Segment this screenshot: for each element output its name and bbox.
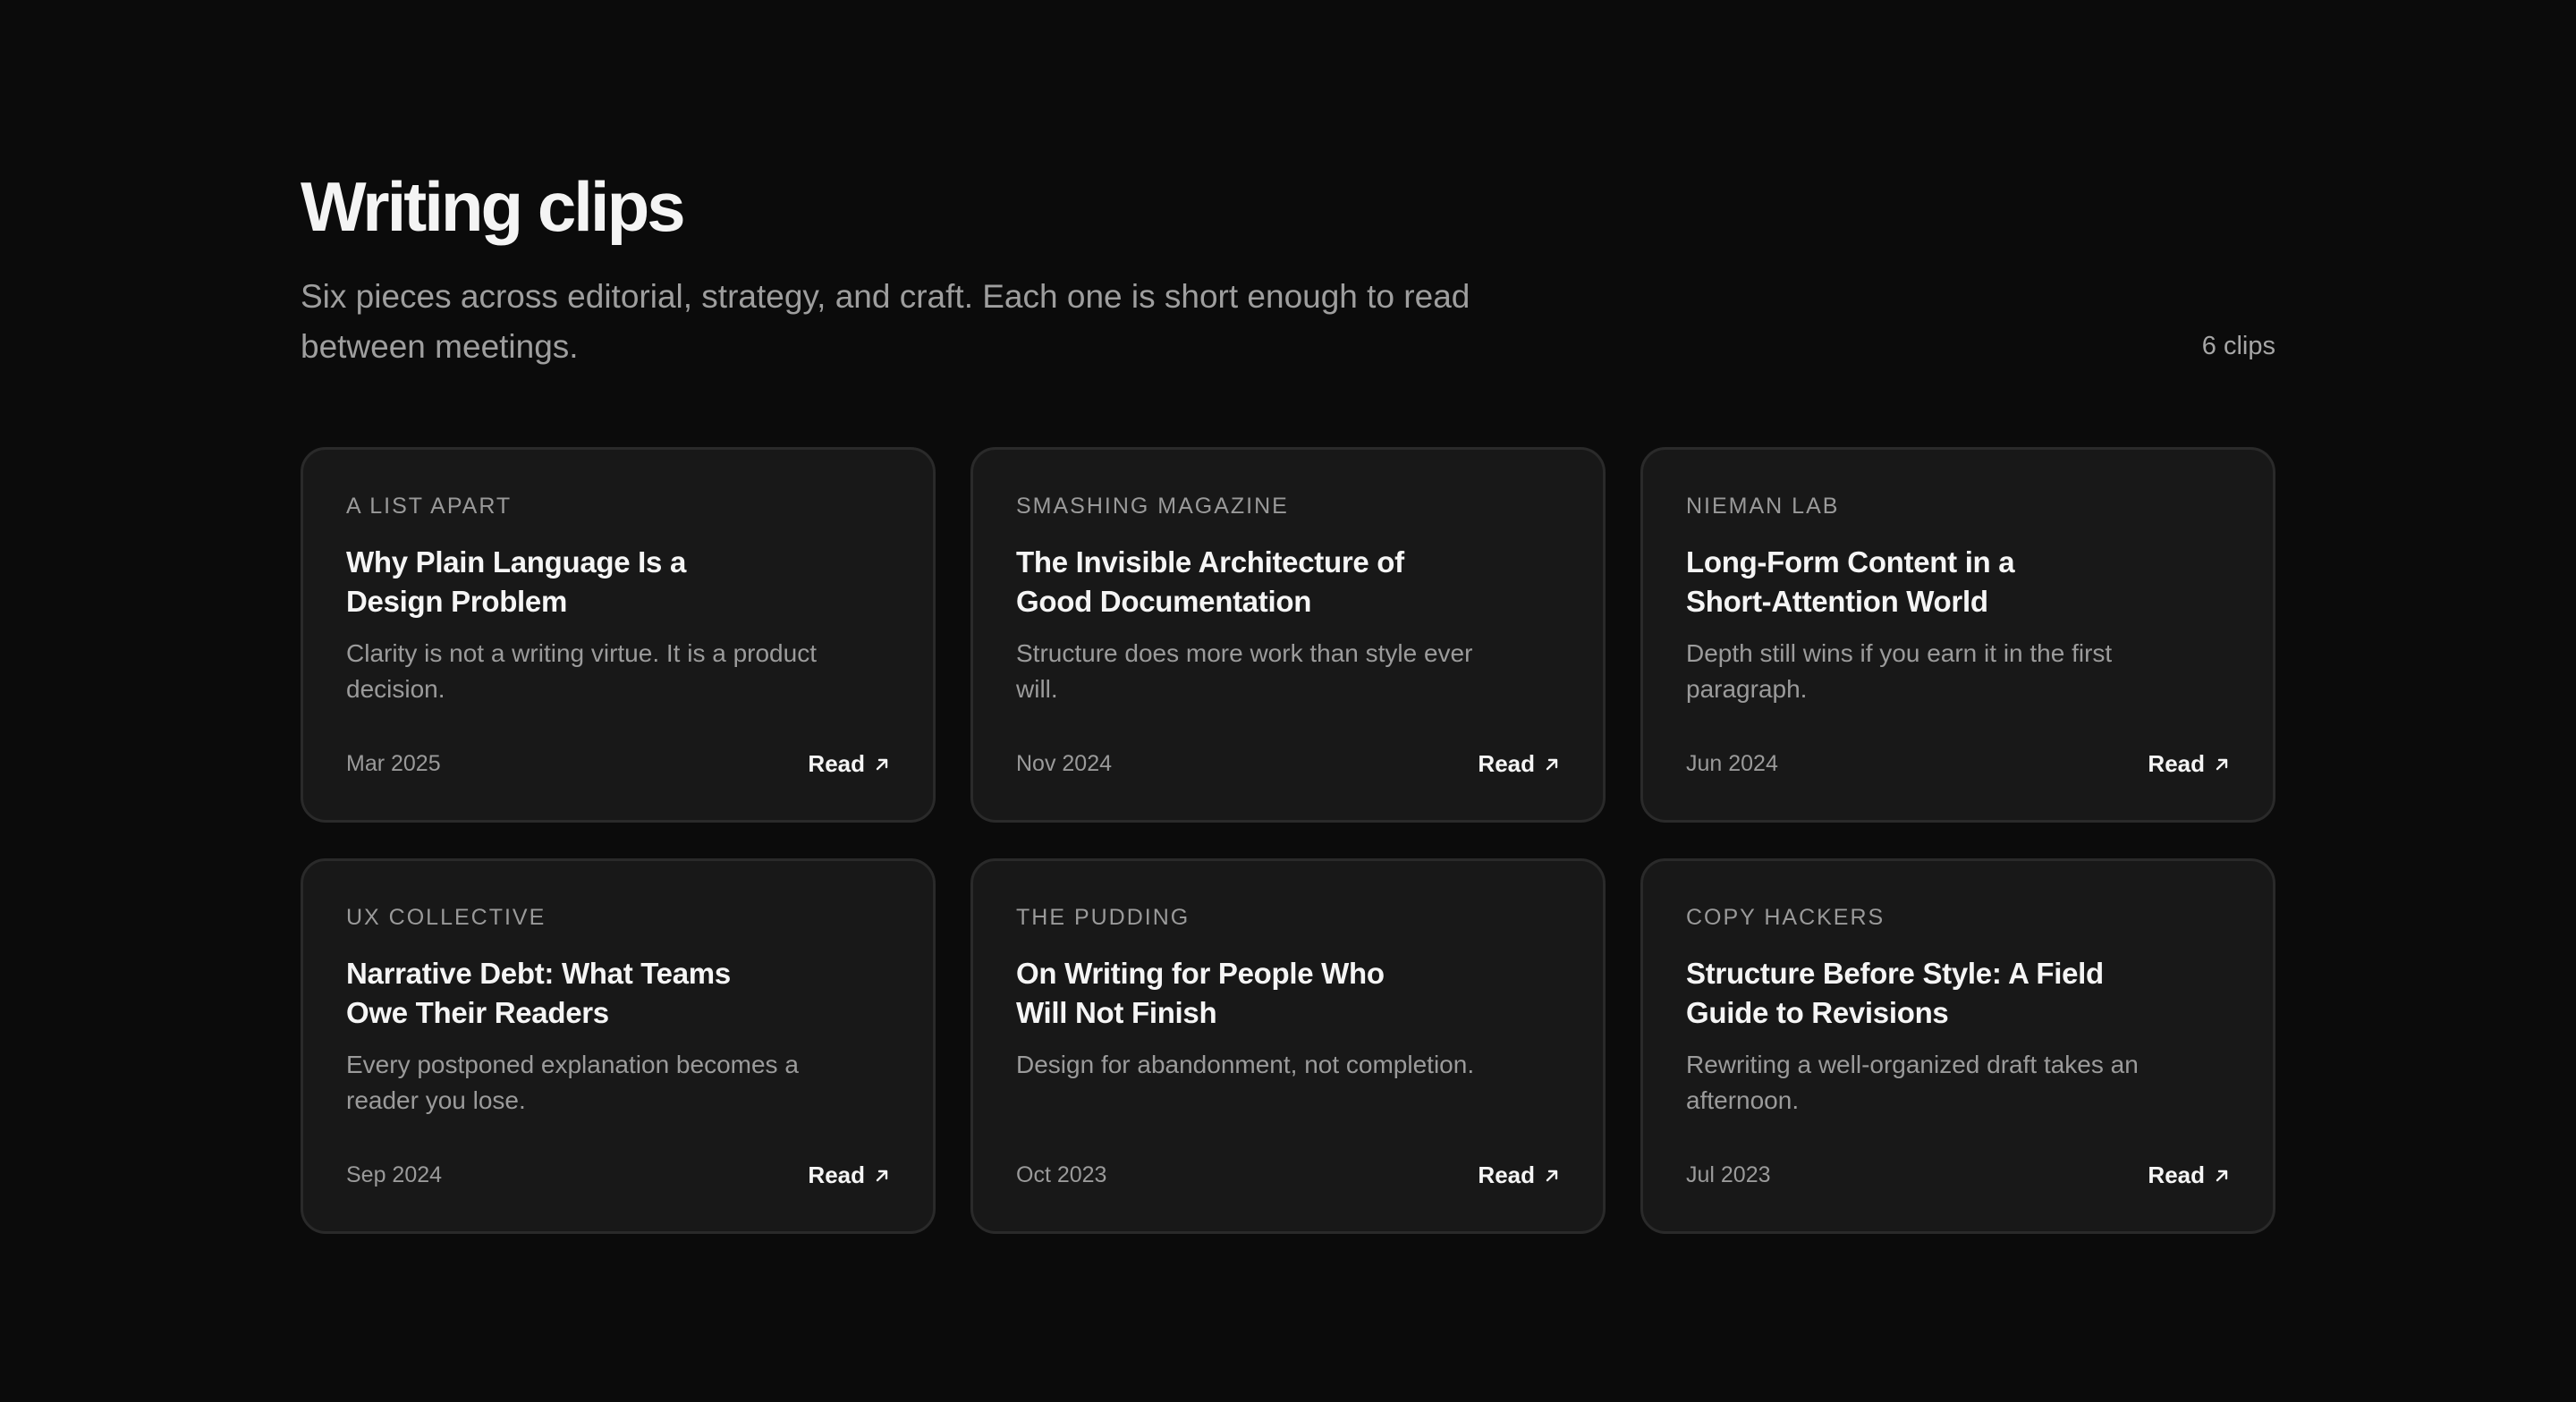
read-link-label: Read [1478, 1161, 1535, 1188]
clip-title: Narrative Debt: What Teams Owe Their Rea… [346, 957, 731, 1029]
read-link-label: Read [2148, 1161, 2205, 1188]
read-link[interactable]: Read [1478, 750, 1560, 778]
clip-card: THE PUDDING On Writing for People Who Wi… [970, 858, 1606, 1234]
clip-source: UX COLLECTIVE [346, 905, 547, 930]
read-link[interactable]: Read [808, 750, 890, 778]
read-link[interactable]: Read [808, 1161, 890, 1189]
clip-title: On Writing for People Who Will Not Finis… [1016, 957, 1385, 1029]
read-link-label: Read [1478, 750, 1535, 777]
clip-footer: Sep 2024 Read [346, 1161, 890, 1189]
clips-grid: A LIST APART Why Plain Language Is a Des… [301, 447, 2275, 1234]
clip-source: NIEMAN LAB [1686, 494, 1840, 519]
clip-description: Every postponed explanation becomes a re… [346, 1051, 799, 1114]
clip-title: Long-Form Content in a Short-Attention W… [1686, 545, 2015, 618]
clip-source: COPY HACKERS [1686, 905, 1885, 930]
read-link-label: Read [808, 750, 865, 777]
arrow-up-right-icon [1546, 1170, 1558, 1181]
clip-footer: Jul 2023 Read [1686, 1161, 2230, 1189]
clip-footer: Oct 2023 Read [1016, 1161, 1560, 1189]
clip-card: NIEMAN LAB Long-Form Content in a Short-… [1640, 447, 2275, 823]
clip-date: Nov 2024 [1016, 751, 1113, 776]
clip-card: UX COLLECTIVE Narrative Debt: What Teams… [301, 858, 936, 1234]
clip-footer: Jun 2024 Read [1686, 750, 2230, 778]
clip-description: Depth still wins if you earn it in the f… [1686, 639, 2113, 703]
arrow-up-right-icon [2216, 1170, 2228, 1181]
clip-footer: Mar 2025 Read [346, 750, 890, 778]
read-link[interactable]: Read [2148, 750, 2230, 778]
read-link[interactable]: Read [2148, 1161, 2230, 1189]
clip-source: THE PUDDING [1016, 905, 1191, 930]
clip-description: Rewriting a well-organized draft takes a… [1686, 1051, 2139, 1114]
page-title: Writing clips [301, 167, 686, 246]
content-container: Writing clips Six pieces across editoria… [301, 166, 2275, 1234]
page-subtitle: Six pieces across editorial, strategy, a… [301, 278, 1470, 365]
clip-source: A LIST APART [346, 494, 513, 519]
clip-card: SMASHING MAGAZINE The Invisible Architec… [970, 447, 1606, 823]
clip-title: Why Plain Language Is a Design Problem [346, 545, 687, 618]
arrow-up-right-icon [1546, 758, 1558, 770]
section-header: Writing clips Six pieces across editoria… [301, 166, 2275, 372]
clip-date: Jul 2023 [1686, 1162, 1771, 1187]
clip-title: The Invisible Architecture of Good Docum… [1016, 545, 1404, 618]
clip-title: Structure Before Style: A Field Guide to… [1686, 957, 2104, 1029]
clip-description: Design for abandonment, not completion. [1016, 1051, 1475, 1078]
arrow-up-right-icon [876, 1170, 888, 1181]
clip-description: Clarity is not a writing virtue. It is a… [346, 639, 817, 703]
clip-date: Oct 2023 [1016, 1162, 1107, 1187]
clip-source: SMASHING MAGAZINE [1016, 494, 1289, 519]
arrow-up-right-icon [876, 758, 888, 770]
clip-footer: Nov 2024 Read [1016, 750, 1560, 778]
clips-count: 6 clips [2201, 332, 2275, 360]
clip-date: Mar 2025 [346, 751, 441, 776]
header-text: Writing clips Six pieces across editoria… [301, 166, 1481, 372]
read-link-label: Read [2148, 750, 2205, 777]
clip-date: Sep 2024 [346, 1162, 443, 1187]
read-link[interactable]: Read [1478, 1161, 1560, 1189]
clip-date: Jun 2024 [1686, 751, 1778, 776]
read-link-label: Read [808, 1161, 865, 1188]
clip-card: A LIST APART Why Plain Language Is a Des… [301, 447, 936, 823]
arrow-up-right-icon [2216, 758, 2228, 770]
writing-clips-page: Writing clips Six pieces across editoria… [0, 0, 2576, 1402]
clip-description: Structure does more work than style ever… [1016, 639, 1473, 703]
clip-card: COPY HACKERS Structure Before Style: A F… [1640, 858, 2275, 1234]
